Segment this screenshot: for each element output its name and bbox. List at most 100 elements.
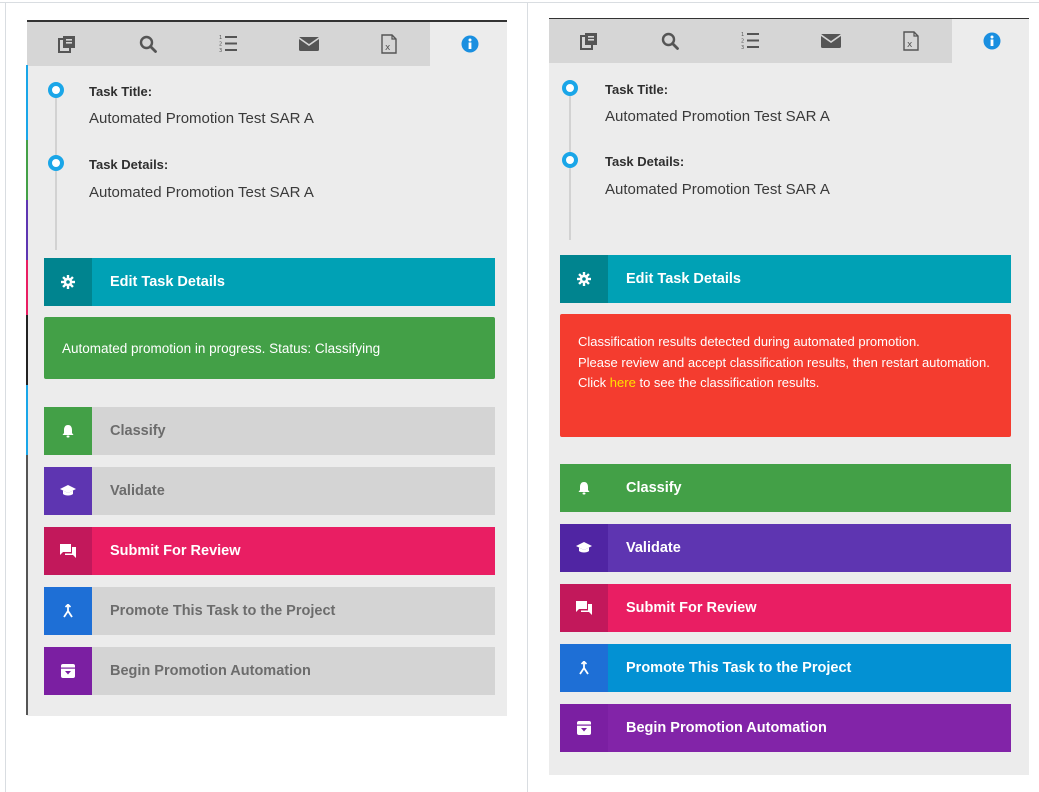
gear-icon	[560, 255, 608, 303]
edit-task-details-button[interactable]: Edit Task Details	[44, 258, 495, 306]
classify-label: Classify	[110, 423, 166, 439]
archive-icon	[560, 704, 608, 752]
tab-ordered-list[interactable]: 123	[188, 22, 269, 66]
begin-promotion-automation-button[interactable]: Begin Promotion Automation	[44, 647, 495, 695]
archive-icon	[44, 647, 92, 695]
left-tab-bar: 123 x	[27, 22, 507, 66]
tab-ordered-list[interactable]: 123	[710, 19, 791, 63]
begin-promotion-automation-label: Begin Promotion Automation	[626, 720, 827, 736]
tab-info[interactable]	[951, 19, 1029, 63]
classify-button[interactable]: Classify	[44, 407, 495, 455]
info-icon	[461, 35, 479, 53]
graduation-cap-icon	[44, 467, 92, 515]
classification-results-link[interactable]: here	[610, 375, 636, 390]
edge-accent	[26, 260, 28, 315]
timeline-dot	[48, 155, 64, 171]
classify-button[interactable]: Classify	[560, 464, 1011, 512]
edge-accent	[26, 385, 28, 455]
alert-click-text: Click	[578, 375, 607, 390]
validate-button[interactable]: Validate	[44, 467, 495, 515]
promote-task-button[interactable]: Promote This Task to the Project	[560, 644, 1011, 692]
submit-for-review-label: Submit For Review	[626, 600, 757, 616]
edit-task-details-button[interactable]: Edit Task Details	[560, 255, 1011, 303]
status-message-box: Automated promotion in progress. Status:…	[44, 317, 495, 379]
tab-excel[interactable]: x	[349, 22, 430, 66]
graduation-cap-icon	[560, 524, 608, 572]
frame-left-border	[5, 2, 6, 792]
task-title-value: Automated Promotion Test SAR A	[605, 108, 830, 125]
tab-email[interactable]	[268, 22, 349, 66]
alert-line-3-end: to see the classification results.	[639, 375, 820, 390]
tab-info[interactable]	[429, 22, 507, 66]
search-icon	[139, 35, 157, 53]
bell-icon	[560, 464, 608, 512]
begin-promotion-automation-label: Begin Promotion Automation	[110, 663, 311, 679]
tab-excel[interactable]: x	[871, 19, 952, 63]
tab-email[interactable]	[790, 19, 871, 63]
search-icon	[661, 32, 679, 50]
bell-icon	[44, 407, 92, 455]
info-icon	[983, 32, 1001, 50]
edit-task-details-label: Edit Task Details	[626, 271, 741, 287]
edge-accent	[26, 140, 28, 200]
right-task-panel: 123 x Task Title: Automated Promotion Te…	[549, 18, 1029, 775]
timeline-dot	[48, 82, 64, 98]
promote-task-label: Promote This Task to the Project	[110, 603, 336, 619]
task-details-value: Automated Promotion Test SAR A	[89, 184, 314, 201]
alert-line-3: Click here to see the classification res…	[578, 373, 995, 394]
task-details-label: Task Details:	[89, 157, 169, 172]
merge-icon	[560, 644, 608, 692]
promote-task-label: Promote This Task to the Project	[626, 660, 852, 676]
gear-icon	[44, 258, 92, 306]
submit-for-review-button[interactable]: Submit For Review	[44, 527, 495, 575]
edge-accent	[26, 65, 28, 140]
timeline-dot	[562, 80, 578, 96]
documents-icon	[58, 36, 76, 53]
edge-accent	[26, 455, 28, 715]
left-task-panel: 123 x Task Title: Automated Promotion Te…	[27, 20, 507, 716]
svg-text:x: x	[385, 43, 391, 53]
validate-label: Validate	[626, 540, 681, 556]
task-details-label: Task Details:	[605, 154, 685, 169]
submit-for-review-button[interactable]: Submit For Review	[560, 584, 1011, 632]
status-message: Automated promotion in progress. Status:…	[62, 341, 381, 356]
chat-icon	[560, 584, 608, 632]
svg-text:3: 3	[219, 48, 222, 54]
validate-button[interactable]: Validate	[560, 524, 1011, 572]
chat-icon	[44, 527, 92, 575]
frame-divider	[527, 2, 528, 792]
tab-documents[interactable]	[27, 22, 108, 66]
svg-text:1: 1	[219, 35, 222, 41]
svg-text:x: x	[907, 40, 913, 50]
frame-top-border	[0, 2, 1039, 3]
edge-accent	[26, 200, 28, 260]
envelope-icon	[298, 37, 319, 51]
classification-alert-box: Classification results detected during a…	[560, 314, 1011, 437]
task-details-value: Automated Promotion Test SAR A	[605, 181, 830, 198]
promote-task-button[interactable]: Promote This Task to the Project	[44, 587, 495, 635]
alert-line-1: Classification results detected during a…	[578, 334, 920, 349]
task-title-label: Task Title:	[605, 82, 669, 97]
edge-accent	[26, 315, 28, 385]
svg-text:2: 2	[741, 39, 744, 45]
merge-icon	[44, 587, 92, 635]
alert-line-2: Please review and accept classification …	[578, 354, 990, 370]
edit-task-details-label: Edit Task Details	[110, 274, 225, 290]
excel-file-icon: x	[903, 31, 919, 51]
task-title-value: Automated Promotion Test SAR A	[89, 110, 314, 127]
ordered-list-icon: 123	[219, 35, 238, 54]
task-title-label: Task Title:	[89, 84, 153, 99]
tab-search[interactable]	[629, 19, 710, 63]
tab-documents[interactable]	[549, 19, 630, 63]
classify-label: Classify	[626, 480, 682, 496]
documents-icon	[580, 33, 598, 50]
svg-text:2: 2	[219, 42, 222, 48]
begin-promotion-automation-button[interactable]: Begin Promotion Automation	[560, 704, 1011, 752]
validate-label: Validate	[110, 483, 165, 499]
tab-search[interactable]	[107, 22, 188, 66]
excel-file-icon: x	[381, 34, 397, 54]
envelope-icon	[820, 34, 841, 48]
right-tab-bar: 123 x	[549, 19, 1029, 63]
timeline-dot	[562, 152, 578, 168]
submit-for-review-label: Submit For Review	[110, 543, 241, 559]
